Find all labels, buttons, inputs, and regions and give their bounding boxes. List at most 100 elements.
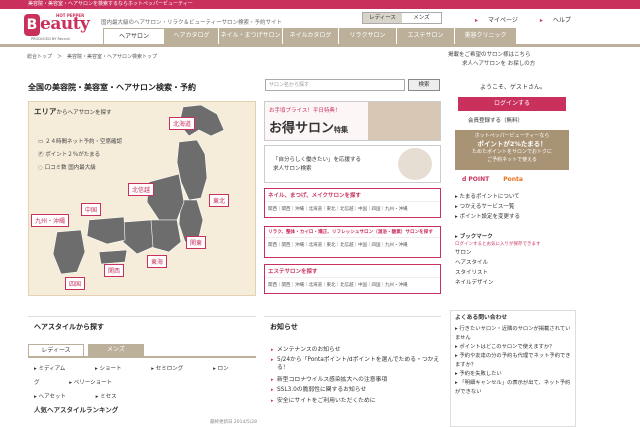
toggle-ladies[interactable]: レディース: [363, 13, 402, 23]
style-hair-set[interactable]: ▸ ヘアセット: [34, 394, 80, 400]
promo-links: 掲載をご希望のサロン様はこちら 求人ヘアサロンを お探しの方: [448, 51, 535, 69]
tab-nail-catalog[interactable]: ネイルカタログ: [283, 28, 339, 44]
deal-salon-banner[interactable]: お手頃プライス！平日特典！ お得サロン特集: [264, 101, 441, 141]
register-link[interactable]: 会員登録する（無料）: [468, 116, 523, 124]
person-icon: ▸: [475, 17, 479, 24]
esthe-region-links[interactable]: 関西｜関西｜沖縄｜北海道｜東北｜北信越｜中国｜四国｜九州・沖縄: [265, 278, 440, 292]
region-chugoku[interactable]: 中国: [81, 203, 102, 216]
faq-panel: よくある問い合わせ ▸ 行きたいサロン・近隣のサロンが掲載されていません ▸ ポ…: [450, 310, 576, 427]
point-promo[interactable]: ホットペッパービューティーなら ポイントが2%たまる！ ためたポイントをサロンで…: [455, 130, 569, 170]
faq-item[interactable]: ▸ 予約や友達の分の予約も代理でネット予約できますか？: [455, 352, 571, 370]
news-title: お知らせ: [270, 323, 298, 331]
region-hokkaido[interactable]: 北海道: [169, 117, 196, 130]
tab-nail-eyelash[interactable]: ネイル・まつげサロン: [219, 28, 283, 44]
breadcrumb[interactable]: 総合トップ ＞ 美容院・美容室・ヘアサロン検索トップ: [27, 53, 157, 60]
region-kanto[interactable]: 関東: [186, 236, 207, 249]
job-search-banner[interactable]: 「自分らしく働きたい」を応援する 求人サロン検索: [264, 145, 441, 183]
login-button[interactable]: ログインする: [458, 97, 566, 111]
logo-letter[interactable]: B: [24, 14, 40, 36]
region-hokushinetsu[interactable]: 北信越: [128, 183, 155, 196]
main-nav: ヘアサロン ヘアカタログ ネイル・まつげサロン ネイルカタログ リラクサロン エ…: [103, 28, 517, 44]
news-item[interactable]: 5/24から「Pontaポイント/dポイントを選んでためる・つかえる！: [271, 356, 444, 375]
logo-produced-by: PRODUCED BY Recruit: [31, 37, 70, 41]
job-banner-text: 「自分らしく働きたい」を応援する 求人サロン検索: [273, 157, 362, 172]
style-mrs[interactable]: ▸ ミセス: [96, 394, 131, 400]
style-semilong[interactable]: ▸ セミロング: [151, 366, 197, 372]
nail-box-title[interactable]: ネイル、まつげ、メイクサロンを探す: [265, 189, 440, 202]
nav-underline: [0, 44, 640, 47]
tab-ladies[interactable]: レディース: [28, 344, 84, 356]
monitor-icon: ▭: [38, 139, 45, 145]
bookmark-section: ▸ ブックマーク ログインするとお気に入りが保存できます サロン ヘアスタイル …: [455, 232, 541, 288]
region-tohoku[interactable]: 東北: [209, 194, 230, 207]
esthe-box-title[interactable]: エステサロンを探す: [265, 265, 440, 278]
region-shikoku[interactable]: 四国: [65, 277, 86, 290]
point-logos: d POINT Ponta: [462, 176, 523, 183]
news-list: メンテナンスのお知らせ 5/24から「Pontaポイント/dポイントを選んでため…: [271, 345, 444, 407]
faq-item[interactable]: ▸ ポイントはどこのサロンで使えますか？: [455, 343, 571, 352]
page-title: 全国の美容院・美容室・ヘアサロン検索・予約: [28, 83, 196, 92]
bookmark-title: ▸ ブックマーク: [455, 234, 493, 240]
header-links: ▸ マイページ ▸ ヘルプ: [475, 15, 591, 24]
top-banner: 美容院・美容室・ヘアサロンを検索するならホットペッパービューティー: [0, 0, 640, 9]
region-kansai[interactable]: 関西: [104, 264, 125, 277]
mypage-link[interactable]: ▸ マイページ: [475, 17, 528, 24]
tab-clinic[interactable]: 美容クリニック: [455, 28, 517, 44]
nail-eyelash-box: ネイル、まつげ、メイクサロンを探す 関西｜関西｜沖縄｜北海道｜東北｜北信越｜中国…: [264, 188, 441, 218]
relax-box-title[interactable]: リラク、整体・カイロ・矯正、リフレッシュサロン（温浴・酸素）サロンを探す: [265, 227, 440, 238]
tab-underline: [28, 356, 256, 358]
divider: [28, 316, 256, 317]
news-item[interactable]: メンテナンスのお知らせ: [271, 345, 444, 356]
relax-region-links[interactable]: 関西｜関西｜沖縄｜北海道｜東北｜北信越｜中国｜四国｜九州・沖縄: [265, 238, 440, 252]
style-medium[interactable]: ▸ ミディアム: [34, 366, 79, 372]
deal-banner-subtitle: お手頃プライス！平日特典！: [269, 108, 341, 114]
news-item[interactable]: SSL3.0の脆弱性に関するお知らせ: [271, 385, 444, 396]
faq-item[interactable]: ▸ 予約を失敗したい: [455, 370, 571, 379]
point-settings-link[interactable]: ▸ ポイント設定を変更する: [455, 212, 520, 222]
feature-online-booking: ▭ ２４時間ネット予約・空席確認: [38, 139, 122, 145]
site-tagline: 国内最大級のヘアサロン・リラク＆ビューティーサロン検索・予約サイト: [101, 20, 283, 26]
region-kyushu-okinawa[interactable]: 九州・沖縄: [31, 214, 70, 227]
tab-mens[interactable]: メンズ: [88, 344, 144, 356]
services-link[interactable]: ▸ つかえるサービス一覧: [455, 202, 520, 212]
bookmark-nail[interactable]: ネイルデザイン: [455, 278, 541, 288]
logo-hotpepper: HOT PEPPER: [56, 13, 85, 18]
style-very-short[interactable]: ▸ ベリーショート: [69, 380, 126, 386]
bookmark-stylist[interactable]: スタイリスト: [455, 268, 541, 278]
dpoint-logo: d POINT: [462, 176, 490, 183]
feature-reviews: ◌ 口コミ数 国内最大級: [38, 165, 96, 171]
point-links: ▸ たまるポイントについて ▸ つかえるサービス一覧 ▸ ポイント設定を変更する: [455, 192, 520, 222]
ranking-date: 最終更新日 2014/5/28: [210, 420, 258, 425]
nail-region-links[interactable]: 関西｜関西｜沖縄｜北海道｜東北｜北信越｜中国｜四国｜九州・沖縄: [265, 202, 440, 216]
tab-hair-salon[interactable]: ヘアサロン: [103, 28, 165, 44]
feature-points: Ⓟ ポイント２％がたまる: [38, 152, 101, 158]
news-item[interactable]: 安全にサイトをご利用いただくために: [271, 396, 444, 407]
hairstyle-links: ▸ ミディアム ▸ ショート ▸ セミロング ▸ ロング ▸ ベリーショート ▸…: [34, 362, 254, 404]
tab-hair-catalog[interactable]: ヘアカタログ: [165, 28, 219, 44]
area-title: エリアからヘアサロンを探す: [34, 107, 112, 116]
deal-banner-title: お得サロン特集: [269, 121, 349, 136]
salon-search-input[interactable]: サロン名から探す: [265, 79, 405, 91]
faq-title: よくある問い合わせ: [455, 315, 508, 321]
toggle-mens[interactable]: メンズ: [402, 13, 441, 23]
gender-toggle: レディース メンズ: [362, 12, 442, 24]
style-short[interactable]: ▸ ショート: [95, 366, 136, 372]
bookmark-hairstyle[interactable]: ヘアスタイル: [455, 258, 541, 268]
stylist-photo: [398, 148, 432, 180]
hairstyle-section-title: ヘアスタイルから探す: [34, 323, 104, 331]
tab-esthe[interactable]: エステサロン: [397, 28, 455, 44]
bookmark-salon[interactable]: サロン: [455, 248, 541, 258]
faq-item[interactable]: ▸ 行きたいサロン・近隣のサロンが掲載されていません: [455, 325, 571, 343]
news-item[interactable]: 新型コロナウイルス感染拡大への注意事項: [271, 375, 444, 386]
region-tokai[interactable]: 東海: [147, 255, 168, 268]
points-info-link[interactable]: ▸ たまるポイントについて: [455, 192, 520, 202]
relax-box: リラク、整体・カイロ・矯正、リフレッシュサロン（温浴・酸素）サロンを探す 関西｜…: [264, 226, 441, 258]
promo-jobs-link[interactable]: 求人ヘアサロンを お探しの方: [448, 60, 535, 69]
tab-relax[interactable]: リラクサロン: [339, 28, 397, 44]
welcome-text: ようこそ、ゲストさん。: [479, 84, 546, 91]
search-button[interactable]: 検索: [408, 79, 440, 91]
hairstyle-tabs: レディース メンズ: [28, 344, 144, 356]
faq-item[interactable]: ▸ 「明細キャンセル」の表示が出て、ネット予約ができない: [455, 379, 571, 397]
promo-listing-link[interactable]: 掲載をご希望のサロン様はこちら: [448, 51, 535, 60]
help-link[interactable]: ▸ ヘルプ: [540, 17, 581, 24]
